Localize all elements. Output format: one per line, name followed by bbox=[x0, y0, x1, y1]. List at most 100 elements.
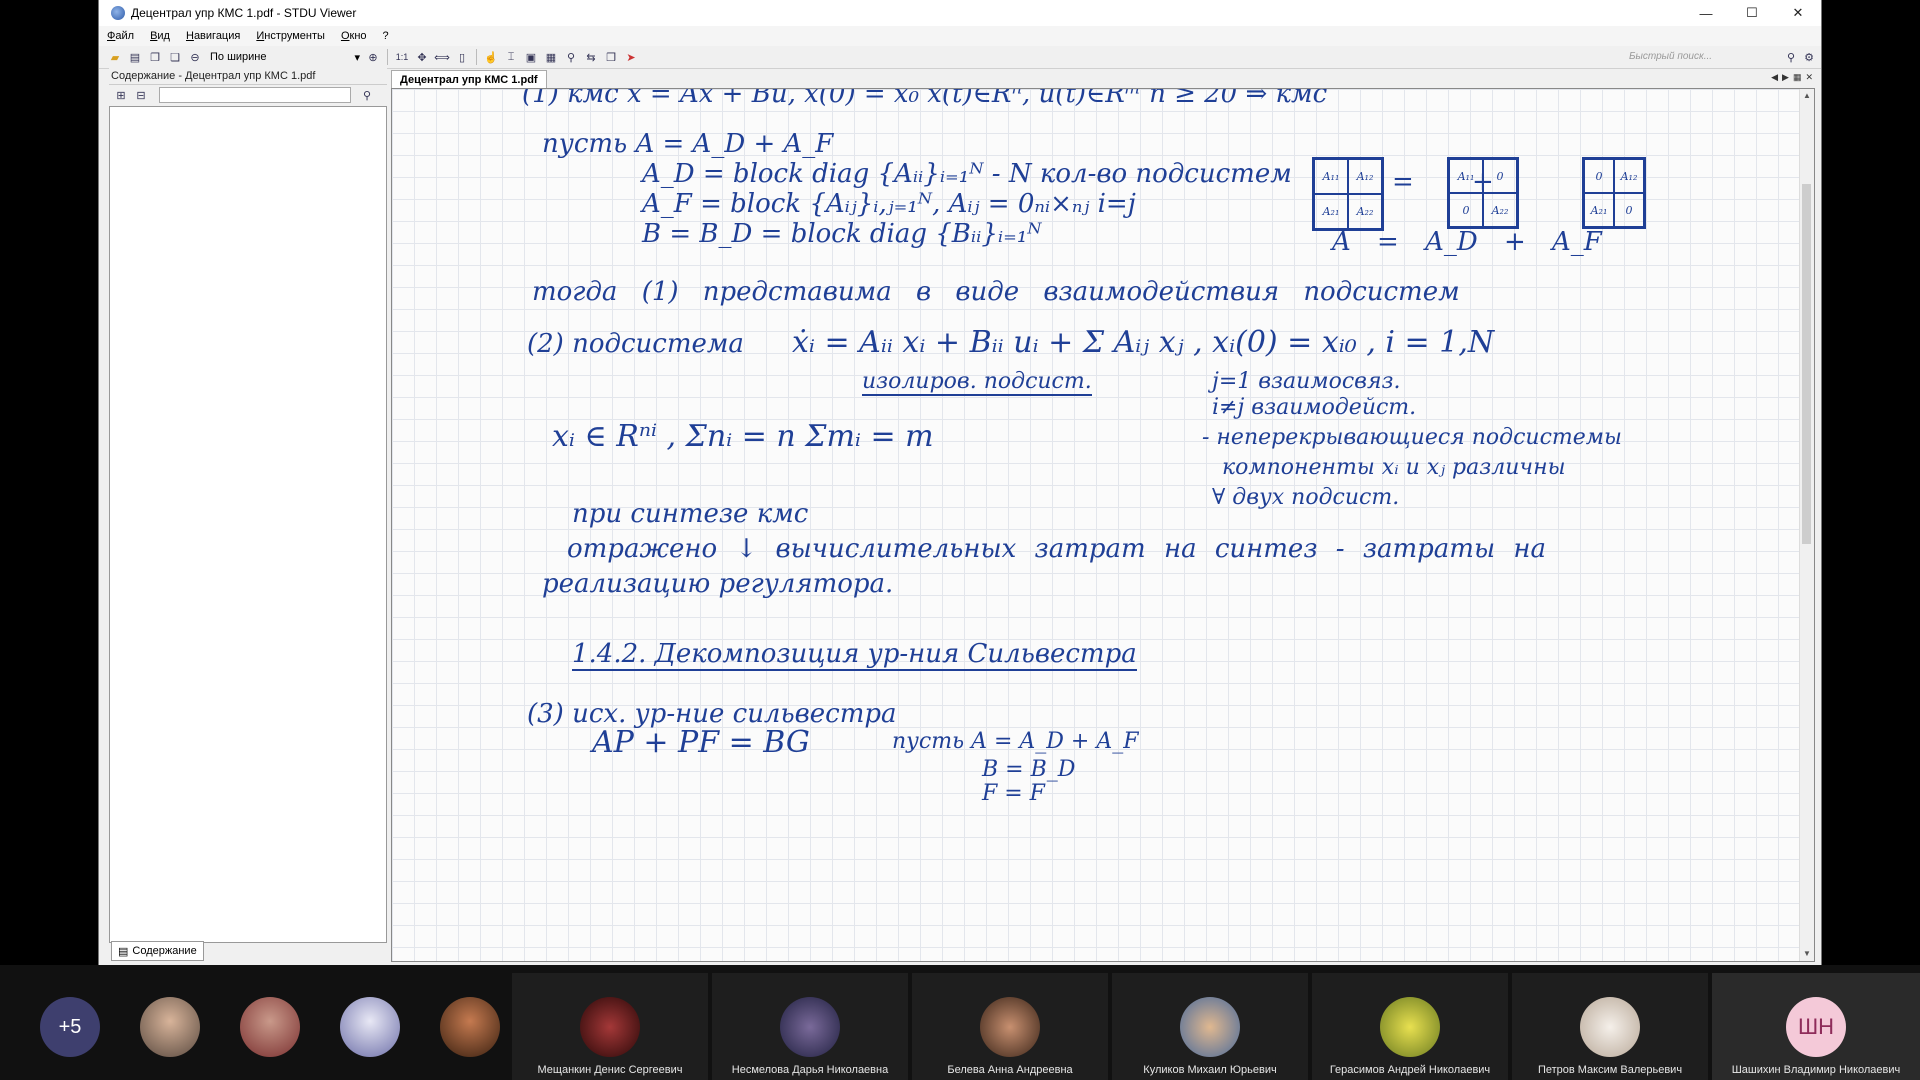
tab-list-icon[interactable]: ▦ bbox=[1793, 72, 1802, 83]
contents-panel[interactable] bbox=[109, 106, 387, 943]
matrix-cell: A₂₁ bbox=[1314, 194, 1348, 229]
note-line: - неперекрывающиеся подсистемы bbox=[1202, 425, 1622, 450]
fit-height-icon[interactable]: ▯ bbox=[454, 49, 470, 65]
vertical-scrollbar[interactable]: ▲ ▼ bbox=[1799, 89, 1814, 961]
participant-avatar[interactable] bbox=[240, 997, 300, 1057]
tab-prev-icon[interactable]: ◀ bbox=[1771, 72, 1778, 83]
note-line: A_F = block {Aᵢⱼ}ᵢ,ⱼ₌₁ᴺ, Aᵢⱼ = 0ₙᵢ×ₙⱼ i=… bbox=[642, 189, 1136, 219]
expand-icon[interactable]: ⊞ bbox=[113, 87, 129, 103]
scroll-down-icon[interactable]: ▼ bbox=[1800, 947, 1814, 961]
viewer-window: Децентрал упр КМС 1.pdf - STDU Viewer — … bbox=[98, 0, 1822, 965]
avatar bbox=[980, 997, 1040, 1057]
matrix-cell: A₂₂ bbox=[1483, 193, 1517, 227]
sidebar-search-input[interactable] bbox=[159, 87, 351, 103]
select-text-icon[interactable]: ⌶ bbox=[503, 49, 519, 65]
matrix-ad: A₁₁ 0 0 A₂₂ bbox=[1447, 157, 1519, 229]
sidebar-title: Содержание - Децентрал упр КМС 1.pdf bbox=[109, 68, 387, 85]
zoom-value: По ширине bbox=[210, 51, 267, 63]
note-line: пусть A = A_D + A_F bbox=[892, 729, 1139, 754]
toolbar-divider bbox=[476, 49, 477, 65]
matrix-af: 0 A₁₂ A₂₁ 0 bbox=[1582, 157, 1646, 229]
open-folder-icon[interactable]: ▰ bbox=[107, 49, 123, 65]
menu-window[interactable]: Окно bbox=[333, 30, 375, 42]
matrix-cell: 0 bbox=[1483, 159, 1517, 193]
document-view[interactable]: (1) кмс ẋ = Ax + Bu, x(0) = x₀ x(t)∈Rⁿ, … bbox=[391, 88, 1815, 962]
note-line: F = F bbox=[982, 781, 1045, 806]
participant-tile[interactable]: Несмелова Дарья Николаевна bbox=[712, 973, 908, 1080]
fit-width-icon[interactable]: ⟺ bbox=[434, 49, 450, 65]
copy-icon[interactable]: ❐ bbox=[147, 49, 163, 65]
avatar bbox=[1580, 997, 1640, 1057]
note-line: при синтезе кмс bbox=[572, 499, 809, 529]
tab-close-icon[interactable]: ✕ bbox=[1805, 72, 1813, 83]
scroll-up-icon[interactable]: ▲ bbox=[1800, 89, 1814, 103]
participant-tile[interactable]: Петров Максим Валерьевич bbox=[1512, 973, 1708, 1080]
tab-navigation: ◀ ▶ ▦ ✕ bbox=[1771, 72, 1813, 83]
sidebar: Содержание - Децентрал упр КМС 1.pdf ⊞ ⊟… bbox=[109, 68, 387, 965]
note-equation: AP + PF = BG bbox=[592, 725, 810, 760]
quick-search-input[interactable]: Быстрый поиск... bbox=[1629, 48, 1769, 64]
matrix-cell: 0 bbox=[1584, 159, 1614, 193]
hand-tool-icon[interactable]: ☝ bbox=[483, 49, 499, 65]
participant-avatar[interactable] bbox=[340, 997, 400, 1057]
actual-size-button[interactable]: 1:1 bbox=[394, 49, 410, 65]
participant-avatar[interactable] bbox=[440, 997, 500, 1057]
menu-navigation[interactable]: Навигация bbox=[178, 30, 248, 42]
tab-contents[interactable]: ▤ Содержание bbox=[111, 941, 204, 961]
participant-name: Несмелова Дарья Николаевна bbox=[731, 1064, 889, 1076]
annotation-icon[interactable]: ➤ bbox=[623, 49, 639, 65]
window-controls: — ☐ ✕ bbox=[1683, 0, 1821, 26]
participant-tile[interactable]: Мещанкин Денис Сергеевич bbox=[512, 973, 708, 1080]
participant-tile[interactable]: Белева Анна Андреевна bbox=[912, 973, 1108, 1080]
binoculars-icon[interactable]: ⚲ bbox=[1783, 49, 1799, 65]
menu-tools[interactable]: Инструменты bbox=[248, 30, 333, 42]
avatar bbox=[780, 997, 840, 1057]
participant-name: Петров Максим Валерьевич bbox=[1537, 1064, 1683, 1076]
snapshot-icon[interactable]: ▣ bbox=[523, 49, 539, 65]
zoom-in-icon[interactable]: ⊕ bbox=[365, 49, 381, 65]
rotate-icon[interactable]: ⇆ bbox=[583, 49, 599, 65]
menu-view[interactable]: Вид bbox=[142, 30, 178, 42]
zoom-dropdown[interactable]: По ширине ▾ bbox=[207, 49, 363, 65]
search-options-icon[interactable]: ⚙ bbox=[1801, 49, 1817, 65]
participant-name: Куликов Михаил Юрьевич bbox=[1143, 1064, 1277, 1076]
minimize-button[interactable]: — bbox=[1683, 0, 1729, 26]
note-line: i≠j взаимодейст. bbox=[1212, 395, 1417, 420]
matrix-cell: 0 bbox=[1449, 193, 1483, 227]
participant-tile[interactable]: ШН Шашихин Владимир Николаевич bbox=[1712, 973, 1920, 1080]
print-icon[interactable]: ▤ bbox=[127, 49, 143, 65]
document-tab-bar: Децентрал упр КМС 1.pdf ◀ ▶ ▦ ✕ bbox=[391, 70, 1815, 89]
sidebar-search-icon[interactable]: ⚲ bbox=[359, 87, 375, 103]
matrix-a: A₁₁ A₁₂ A₂₁ A₂₂ bbox=[1312, 157, 1384, 231]
more-participants-button[interactable]: +5 bbox=[40, 997, 100, 1057]
matrix-cell: 0 bbox=[1614, 193, 1644, 227]
fit-page-icon[interactable]: ✥ bbox=[414, 49, 430, 65]
participant-avatar[interactable] bbox=[140, 997, 200, 1057]
search-document-icon[interactable]: ⚲ bbox=[563, 49, 579, 65]
bookmark-icon[interactable]: ❒ bbox=[603, 49, 619, 65]
avatar bbox=[580, 997, 640, 1057]
tab-next-icon[interactable]: ▶ bbox=[1782, 72, 1789, 83]
participant-tile[interactable]: Куликов Михаил Юрьевич bbox=[1112, 973, 1308, 1080]
participant-tile[interactable]: Герасимов Андрей Николаевич bbox=[1312, 973, 1508, 1080]
participant-name: Мещанкин Денис Сергеевич bbox=[537, 1064, 683, 1076]
thumbnails-icon[interactable]: ▦ bbox=[543, 49, 559, 65]
maximize-button[interactable]: ☐ bbox=[1729, 0, 1775, 26]
matrix-cell: A₂₁ bbox=[1584, 193, 1614, 227]
zoom-out-icon[interactable]: ⊖ bbox=[187, 49, 203, 65]
section-heading: 1.4.2. Декомпозиция ур-ния Сильвестра bbox=[572, 639, 1137, 671]
close-button[interactable]: ✕ bbox=[1775, 0, 1821, 26]
note-line: B = B_D = block diag {Bᵢᵢ}ᵢ₌₁ᴺ bbox=[642, 219, 1042, 249]
matrix-labels: A = A_D + A_F bbox=[1332, 227, 1602, 257]
note-line: (2) подсистема bbox=[527, 329, 744, 359]
menu-help[interactable]: ? bbox=[375, 30, 397, 42]
scroll-thumb[interactable] bbox=[1802, 184, 1811, 544]
collapse-icon[interactable]: ⊟ bbox=[133, 87, 149, 103]
tab-document[interactable]: Децентрал упр КМС 1.pdf bbox=[391, 70, 547, 89]
note-line: A_D = block diag {Aᵢᵢ}ᵢ₌₁ᴺ - N кол-во по… bbox=[642, 159, 1292, 189]
pages-icon[interactable]: ❏ bbox=[167, 49, 183, 65]
note-line: j=1 взаимосвяз. bbox=[1212, 369, 1401, 394]
tab-contents-label: Содержание bbox=[132, 945, 197, 957]
menu-file[interactable]: Файл bbox=[99, 30, 142, 42]
avatar-initials: ШН bbox=[1786, 997, 1846, 1057]
